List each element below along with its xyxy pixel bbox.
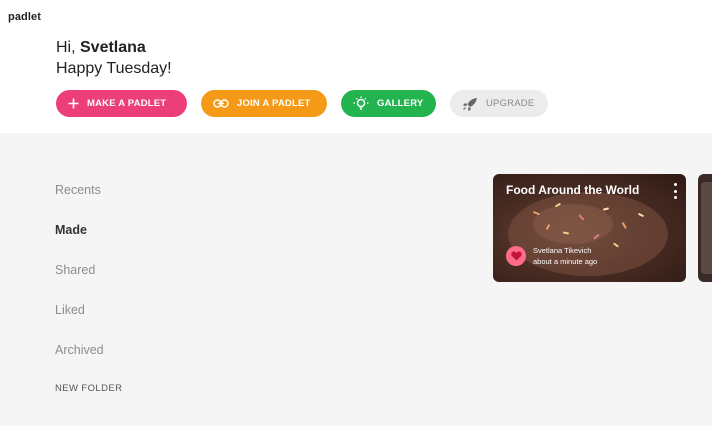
gallery-button[interactable]: GALLERY xyxy=(341,90,436,117)
card-author-name: Svetlana Tikevich xyxy=(533,246,592,255)
sidebar-item-archived[interactable]: Archived xyxy=(55,343,104,357)
greeting: Hi, Svetlana Happy Tuesday! xyxy=(56,37,172,79)
upgrade-button[interactable]: UPGRADE xyxy=(450,90,548,117)
padlet-logo[interactable]: padlet xyxy=(8,11,41,23)
padlet-card[interactable]: Food Around the World Svetlana Tikevich … xyxy=(493,174,686,282)
greeting-hi: Hi, xyxy=(56,39,80,56)
more-vertical-icon[interactable] xyxy=(672,183,678,199)
sidebar-item-liked[interactable]: Liked xyxy=(55,303,85,317)
greeting-line: Hi, Svetlana xyxy=(56,37,172,58)
make-padlet-label: MAKE A PADLET xyxy=(87,98,167,109)
card-timestamp: about a minute ago xyxy=(533,257,598,266)
heart-icon xyxy=(510,251,522,261)
upgrade-label: UPGRADE xyxy=(486,98,535,109)
make-padlet-button[interactable]: MAKE A PADLET xyxy=(56,90,187,117)
action-bar: MAKE A PADLET JOIN A PADLET GALLERY UPGR… xyxy=(56,90,548,117)
plus-icon xyxy=(68,98,79,109)
rocket-icon xyxy=(462,97,478,111)
join-padlet-label: JOIN A PADLET xyxy=(237,98,311,109)
lightbulb-icon xyxy=(353,96,369,112)
author-avatar xyxy=(506,246,526,266)
join-padlet-button[interactable]: JOIN A PADLET xyxy=(201,90,327,117)
sidebar-item-made[interactable]: Made xyxy=(55,223,87,237)
padlet-card-partial[interactable] xyxy=(698,174,712,282)
sidebar-item-recents[interactable]: Recents xyxy=(55,183,101,197)
greeting-day: Happy Tuesday! xyxy=(56,60,172,77)
link-icon xyxy=(213,99,229,108)
card-author-info: Svetlana Tikevich about a minute ago xyxy=(533,245,597,267)
sidebar-item-shared[interactable]: Shared xyxy=(55,263,95,277)
card-title: Food Around the World xyxy=(506,183,640,197)
dashboard-area: Recents Made Shared Liked Archived NEW F… xyxy=(0,133,712,426)
new-folder-button[interactable]: NEW FOLDER xyxy=(55,383,122,394)
user-name: Svetlana xyxy=(80,39,146,56)
gallery-label: GALLERY xyxy=(377,98,424,109)
